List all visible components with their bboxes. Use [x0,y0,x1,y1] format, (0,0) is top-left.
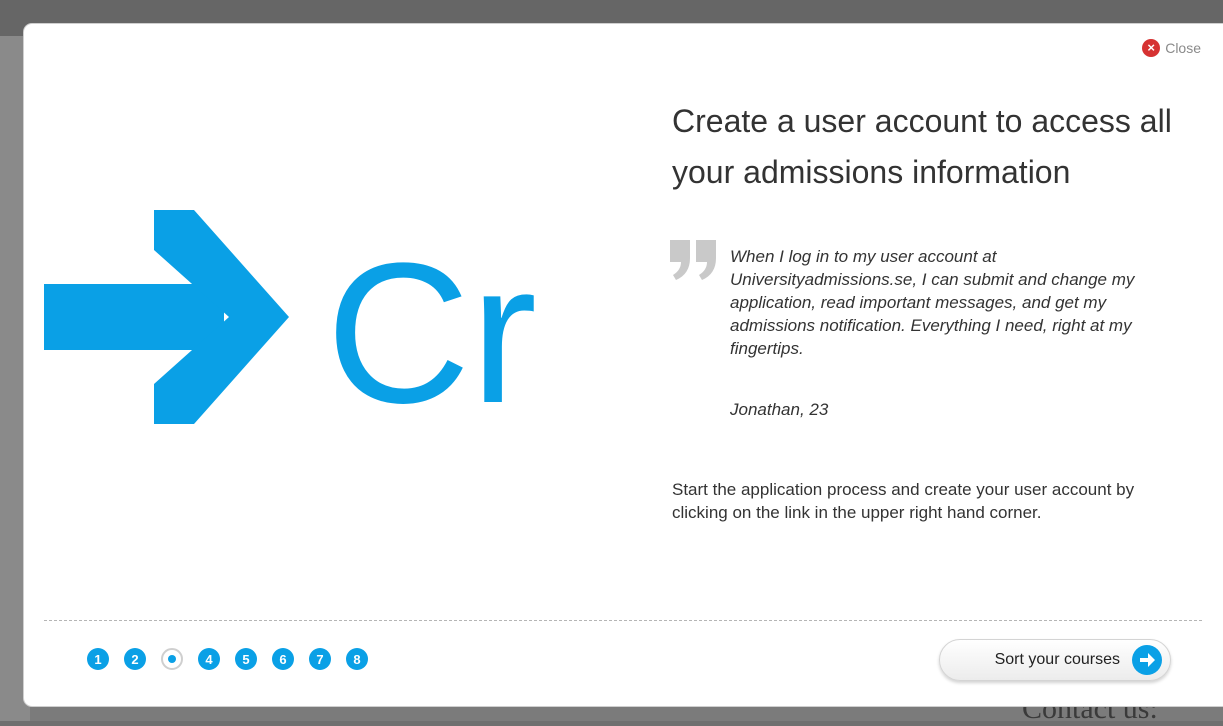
pager-dot-6[interactable]: 6 [272,648,294,670]
close-button[interactable]: × Close [1142,39,1201,57]
pager-dot-2[interactable]: 2 [124,648,146,670]
pager-dot-7[interactable]: 7 [309,648,331,670]
testimonial-quote: When I log in to my user account at Univ… [730,247,1135,358]
slide-body-text: Start the application process and create… [672,480,1135,522]
pager-dot-3-current[interactable] [161,648,183,670]
pager-dot-5[interactable]: 5 [235,648,257,670]
arrow-right-icon [1132,645,1162,675]
pager-dot-4[interactable]: 4 [198,648,220,670]
slide-image: Cr [44,202,599,442]
testimonial-author: Jonathan, 23 [730,400,829,419]
pager-dot-8[interactable]: 8 [346,648,368,670]
arrow-right-icon [44,210,289,424]
next-slide-button[interactable]: Sort your courses [939,639,1171,681]
slide-image-text: Cr [326,222,537,442]
intro-modal: × Close Cr Create a user account to acce… [24,24,1223,706]
divider [44,620,1202,621]
slide-pager: 1 2 4 5 6 7 8 [87,648,368,670]
slide-title: Create a user account to access all your… [672,103,1172,190]
next-slide-label: Sort your courses [994,651,1120,668]
close-label: Close [1165,40,1201,56]
close-icon: × [1142,39,1161,57]
quote-icon [668,236,724,284]
pager-dot-1[interactable]: 1 [87,648,109,670]
